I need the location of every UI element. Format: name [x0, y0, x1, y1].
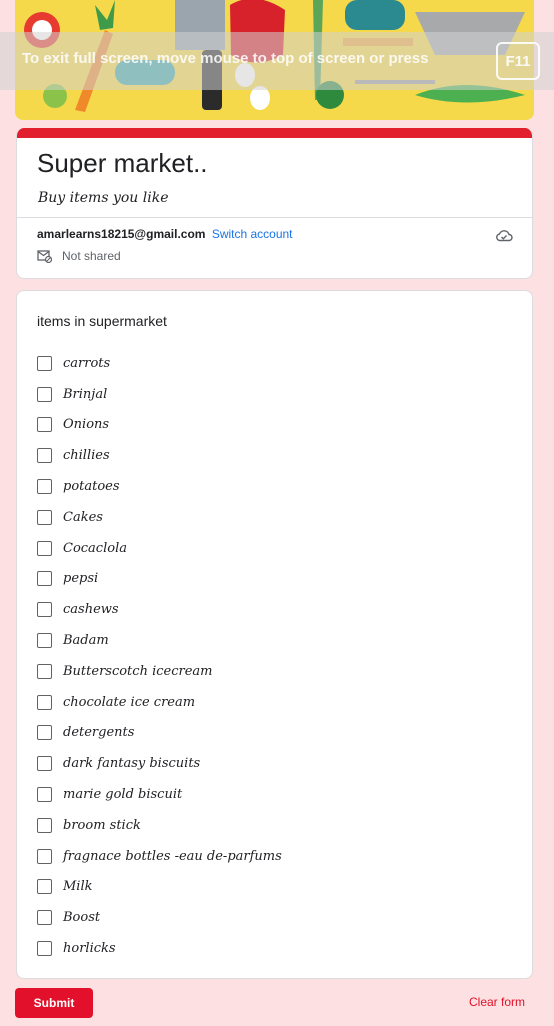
checkbox-option[interactable]: cashews [37, 594, 282, 625]
cloud-save-icon [495, 228, 513, 247]
checkbox[interactable] [37, 910, 52, 926]
option-label: detergents [63, 725, 135, 741]
checkbox-option[interactable]: marie gold biscuit [37, 779, 282, 810]
option-label: dark fantasy biscuits [63, 756, 201, 772]
checkbox-option[interactable]: Brinjal [37, 379, 282, 410]
option-label: cashews [63, 602, 119, 618]
checkbox-option[interactable]: Badam [37, 625, 282, 656]
switch-account-link[interactable]: Switch account [212, 227, 293, 241]
checkbox-option[interactable]: Milk [37, 872, 282, 903]
option-label: carrots [63, 355, 111, 371]
option-label: pepsi [63, 571, 99, 587]
checkbox-option[interactable]: Onions [37, 410, 282, 441]
checkbox-option[interactable]: detergents [37, 718, 282, 749]
option-label: Butterscotch icecream [63, 663, 213, 679]
option-label: marie gold biscuit [63, 787, 183, 803]
checkbox[interactable] [37, 787, 52, 803]
checkbox-options: carrots Brinjal Onions chillies potatoes… [37, 348, 282, 964]
checkbox-option[interactable]: Boost [37, 902, 282, 933]
checkbox[interactable] [37, 602, 52, 618]
checkbox[interactable] [37, 633, 52, 649]
option-label: fragnace bottles -eau de-parfums [63, 848, 282, 864]
checkbox-option[interactable]: broom stick [37, 810, 282, 841]
option-label: horlicks [63, 941, 116, 957]
checkbox-option[interactable]: fragnace bottles -eau de-parfums [37, 841, 282, 872]
option-label: Onions [63, 417, 110, 433]
checkbox-option[interactable]: chillies [37, 440, 282, 471]
share-status-text: Not shared [62, 249, 121, 263]
option-label: potatoes [63, 479, 120, 495]
fullscreen-notice-text: To exit full screen, move mouse to top o… [22, 50, 429, 67]
account-email: amarlearns18215@gmail.com [37, 227, 206, 241]
checkbox[interactable] [37, 694, 52, 710]
checkbox[interactable] [37, 448, 52, 464]
checkbox-option[interactable]: dark fantasy biscuits [37, 748, 282, 779]
checkbox[interactable] [37, 663, 52, 679]
checkbox-option[interactable]: pepsi [37, 564, 282, 595]
checkbox-option[interactable]: Cakes [37, 502, 282, 533]
checkbox[interactable] [37, 509, 52, 525]
checkbox-option[interactable]: Butterscotch icecream [37, 656, 282, 687]
option-label: broom stick [63, 817, 141, 833]
checkbox-option[interactable]: chocolate ice cream [37, 687, 282, 718]
account-info: amarlearns18215@gmail.com Switch account [37, 227, 293, 241]
option-label: chocolate ice cream [63, 694, 196, 710]
checkbox[interactable] [37, 571, 52, 587]
divider [17, 217, 532, 218]
question-card: items in supermarket carrots Brinjal Oni… [16, 290, 533, 979]
checkbox[interactable] [37, 941, 52, 957]
form-description: Buy items you like [38, 190, 169, 206]
option-label: Milk [63, 879, 93, 895]
checkbox-option[interactable]: Cocaclola [37, 533, 282, 564]
checkbox-option[interactable]: potatoes [37, 471, 282, 502]
option-label: Cocaclola [63, 540, 127, 556]
checkbox[interactable] [37, 725, 52, 741]
share-status-row: Not shared [37, 249, 121, 263]
option-label: Boost [63, 910, 101, 926]
fullscreen-key-badge: F11 [496, 42, 540, 80]
option-label: chillies [63, 448, 110, 464]
checkbox[interactable] [37, 879, 52, 895]
checkbox-option[interactable]: horlicks [37, 933, 282, 964]
checkbox[interactable] [37, 417, 52, 433]
option-label: Cakes [63, 509, 103, 525]
option-label: Badam [63, 633, 109, 649]
checkbox[interactable] [37, 756, 52, 772]
form-title: Super market.. [37, 148, 208, 178]
clear-form-button[interactable]: Clear form [469, 995, 525, 1009]
checkbox[interactable] [37, 479, 52, 495]
checkbox-option[interactable]: carrots [37, 348, 282, 379]
checkbox[interactable] [37, 848, 52, 864]
checkbox[interactable] [37, 386, 52, 402]
option-label: Brinjal [63, 386, 108, 402]
question-title: items in supermarket [37, 313, 167, 329]
checkbox[interactable] [37, 355, 52, 371]
form-title-card: Super market.. Buy items you like amarle… [16, 128, 533, 279]
checkbox[interactable] [37, 817, 52, 833]
checkbox[interactable] [37, 540, 52, 556]
submit-button[interactable]: Submit [15, 988, 93, 1018]
title-accent-bar [17, 128, 532, 138]
not-shared-mail-icon [37, 249, 52, 263]
